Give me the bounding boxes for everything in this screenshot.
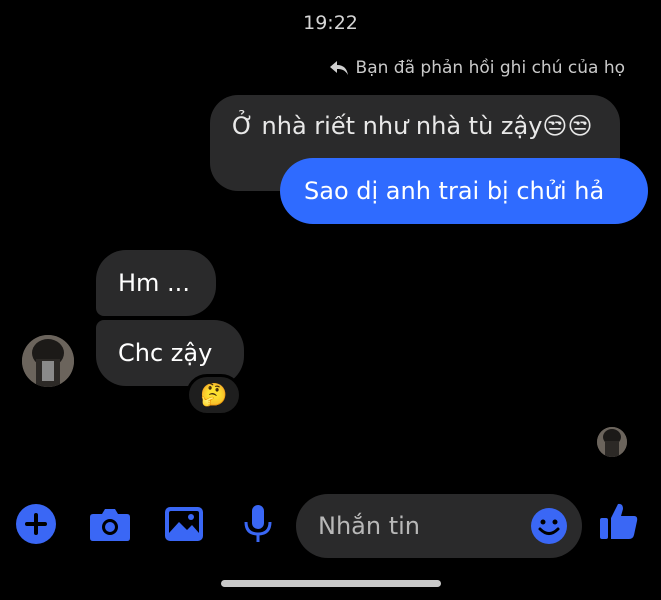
received-message-text: Hm ... — [118, 269, 190, 297]
reply-note-text: Bạn đã phản hồi ghi chú của họ — [355, 58, 625, 78]
thumbs-up-icon — [600, 503, 638, 539]
emoji-icon — [531, 508, 567, 544]
message-input[interactable] — [318, 512, 518, 540]
reply-arrow-icon — [329, 61, 348, 75]
contact-avatar[interactable] — [22, 335, 74, 387]
voice-button[interactable] — [237, 503, 279, 545]
message-reaction[interactable]: 🤔 — [186, 374, 242, 416]
sent-message-bubble[interactable]: Sao dị anh trai bị chửi hả — [280, 158, 648, 224]
add-button[interactable] — [15, 503, 57, 545]
like-button[interactable] — [598, 500, 640, 542]
home-indicator[interactable] — [221, 580, 441, 587]
emoji-button[interactable] — [530, 507, 568, 545]
sent-message-text: Sao dị anh trai bị chửi hả — [304, 177, 605, 205]
reaction-emoji: 🤔 — [200, 382, 228, 408]
gallery-button[interactable] — [163, 503, 205, 545]
received-message-text: Chc zậy — [118, 339, 213, 367]
message-input-container[interactable] — [296, 494, 582, 558]
avatar-image — [22, 335, 74, 387]
plus-icon — [16, 504, 56, 544]
replied-note-text: Ở nhà riết như nhà tù zậy😒😒 — [232, 112, 593, 140]
reply-note: Bạn đã phản hồi ghi chú của họ — [328, 58, 625, 78]
image-icon — [165, 507, 203, 541]
received-message-bubble[interactable]: Hm ... — [96, 250, 216, 316]
timestamp: 19:22 — [303, 12, 358, 34]
microphone-icon — [244, 505, 272, 542]
camera-button[interactable] — [89, 503, 131, 545]
camera-icon — [90, 509, 130, 541]
seen-avatar-image — [597, 427, 627, 457]
seen-avatar — [597, 427, 627, 457]
